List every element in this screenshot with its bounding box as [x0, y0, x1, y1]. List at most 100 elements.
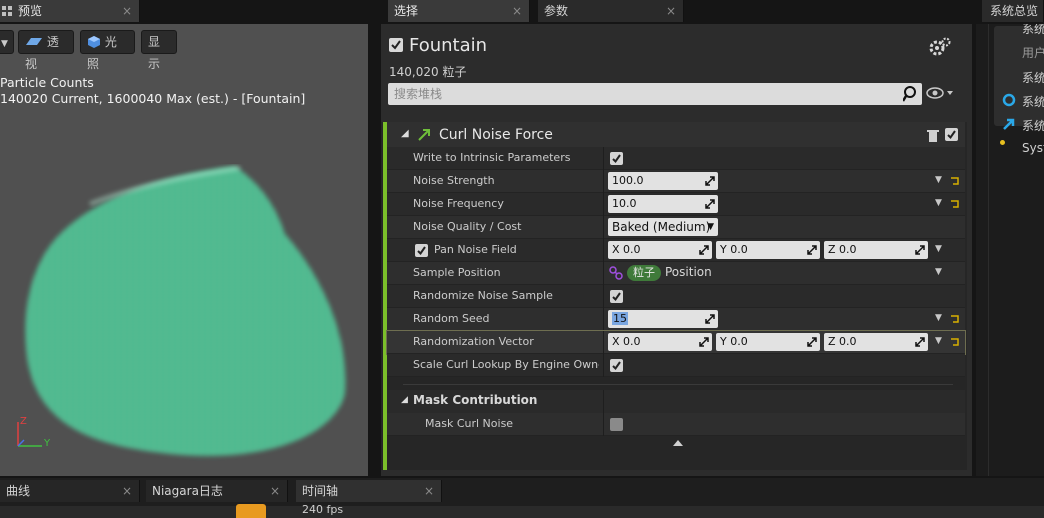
tab-timeline[interactable]: 时间轴 ×: [296, 480, 442, 502]
mask-section-label: Mask Contribution: [413, 393, 538, 407]
pan-noise-checkbox[interactable]: [415, 244, 428, 257]
expand-arrows-icon: [915, 245, 925, 255]
tab-curves[interactable]: 曲线 ×: [0, 480, 140, 502]
mask-curl-checkbox[interactable]: [610, 418, 623, 431]
row-pan-noise: Pan Noise Field X 0.0 Y 0.0 Z 0.0 ▼: [387, 239, 965, 262]
close-icon[interactable]: ×: [270, 480, 280, 502]
reset-arrow-icon[interactable]: [950, 199, 960, 209]
search-input[interactable]: 搜索堆栈: [388, 83, 922, 105]
close-icon[interactable]: ×: [122, 0, 132, 22]
module-header[interactable]: ◢ Curl Noise Force: [387, 122, 965, 148]
checkmark-icon: [612, 154, 621, 164]
overview-item-system-3[interactable]: 系统: [1022, 93, 1044, 110]
gear-icon[interactable]: [929, 37, 951, 57]
overview-item-system-5[interactable]: Syst: [1022, 141, 1044, 155]
close-icon[interactable]: ×: [666, 0, 676, 22]
collapse-up-icon[interactable]: [672, 439, 684, 447]
mask-curl-label: Mask Curl Noise: [425, 417, 514, 430]
chevron-down-icon[interactable]: ▼: [935, 313, 942, 323]
reset-arrow-icon[interactable]: [950, 176, 960, 186]
collapse-arrow-icon[interactable]: ◢: [401, 128, 409, 139]
lighting-button[interactable]: 光照: [80, 30, 135, 71]
pan-y-value: Y 0.0: [720, 243, 748, 256]
random-seed-label: Random Seed: [413, 312, 490, 325]
close-icon[interactable]: ×: [122, 480, 132, 502]
row-randomize-sample: Randomize Noise Sample: [387, 285, 965, 308]
row-randomization-vector: Randomization Vector X 0.0 Y 0.0 Z 0.0 ▼: [386, 330, 966, 355]
scale-curl-label: Scale Curl Lookup By Engine Owner Scale: [413, 358, 599, 371]
scale-curl-checkbox[interactable]: [610, 359, 623, 372]
checkmark-icon: [612, 361, 621, 371]
tab-niagara-log[interactable]: Niagara日志 ×: [146, 480, 288, 502]
perspective-icon: [26, 38, 42, 45]
pan-z-input[interactable]: Z 0.0: [824, 241, 928, 259]
particles-namespace-badge: 粒子: [627, 265, 661, 281]
pan-x-value: X 0.0: [612, 243, 641, 256]
column-divider: [603, 147, 604, 170]
row-sample-position: Sample Position 粒子 Position ▼: [387, 262, 965, 285]
chevron-down-icon[interactable]: ▼: [935, 336, 942, 346]
chevron-down-icon[interactable]: ▼: [935, 244, 942, 254]
noise-quality-select[interactable]: Baked (Medium) ▼: [608, 218, 718, 236]
chevron-down-icon[interactable]: ▼: [935, 175, 942, 185]
column-divider: [603, 216, 604, 239]
overview-item-system-1[interactable]: 系统: [1022, 24, 1044, 37]
chevron-down-icon[interactable]: ▼: [935, 267, 942, 277]
write-intrinsic-checkbox[interactable]: [610, 152, 623, 165]
checkmark-icon: [417, 246, 426, 256]
chevron-down-icon: ▼: [1, 39, 8, 49]
tab-preview[interactable]: 预览 ×: [0, 0, 140, 22]
grid-icon: [2, 6, 12, 16]
particle-counts-stats: 140020 Current, 1600040 Max (est.) - [Fo…: [0, 91, 306, 106]
collapse-arrow-icon[interactable]: ◢: [401, 395, 408, 405]
column-divider: [603, 170, 604, 193]
overview-item-user[interactable]: 用户: [1022, 44, 1044, 61]
noise-quality-value: Baked (Medium): [612, 220, 711, 234]
pan-y-input[interactable]: Y 0.0: [716, 241, 820, 259]
tab-timeline-label: 时间轴: [302, 484, 339, 498]
rv-z-input[interactable]: Z 0.0: [824, 333, 928, 351]
close-icon[interactable]: ×: [512, 0, 522, 22]
column-divider: [603, 285, 604, 308]
reset-arrow-icon[interactable]: [950, 337, 960, 347]
row-mask-curl: Mask Curl Noise: [387, 413, 965, 436]
noise-frequency-value: 10.0: [612, 197, 637, 210]
noise-frequency-label: Noise Frequency: [413, 197, 504, 210]
pan-x-input[interactable]: X 0.0: [608, 241, 712, 259]
rv-z-value: Z 0.0: [828, 335, 857, 348]
rv-y-input[interactable]: Y 0.0: [716, 333, 820, 351]
fps-label[interactable]: 240 fps: [302, 503, 343, 516]
module-enabled-checkbox[interactable]: [945, 128, 958, 141]
row-noise-frequency: Noise Frequency 10.0 ▼: [387, 193, 965, 216]
particle-counts-title: Particle Counts: [0, 75, 94, 90]
view-options-button[interactable]: ▼: [0, 30, 14, 54]
random-seed-input[interactable]: 15: [608, 310, 718, 328]
write-intrinsic-label: Write to Intrinsic Parameters: [413, 151, 571, 164]
overview-item-system-2[interactable]: 系统: [1022, 69, 1044, 86]
tab-parameters[interactable]: 参数 ×: [538, 0, 684, 22]
rv-x-input[interactable]: X 0.0: [608, 333, 712, 351]
column-divider: [603, 308, 604, 331]
record-button-icon[interactable]: [236, 504, 266, 518]
search-icon[interactable]: [903, 85, 919, 103]
preview-viewport[interactable]: ▼ 透视 光照 显示 Particle Counts 140020 Curren…: [0, 24, 368, 476]
row-mask-section[interactable]: ◢ Mask Contribution: [387, 390, 965, 413]
reset-arrow-icon[interactable]: [950, 314, 960, 324]
noise-frequency-input[interactable]: 10.0: [608, 195, 718, 213]
close-icon[interactable]: ×: [424, 480, 434, 502]
trash-icon[interactable]: [927, 129, 939, 143]
sample-position-value[interactable]: Position: [665, 265, 712, 279]
overview-item-system-4[interactable]: 系统: [1022, 117, 1044, 134]
noise-strength-input[interactable]: 100.0: [608, 172, 718, 190]
show-button[interactable]: 显示: [141, 30, 177, 71]
tab-preview-label: 预览: [18, 4, 43, 18]
chevron-down-icon[interactable]: ▼: [935, 198, 942, 208]
randomize-sample-checkbox[interactable]: [610, 290, 623, 303]
tab-niagara-log-label: Niagara日志: [152, 484, 223, 498]
perspective-button[interactable]: 透视: [18, 30, 74, 71]
eye-icon[interactable]: [926, 86, 956, 100]
link-icon: [609, 266, 623, 280]
randomize-sample-label: Randomize Noise Sample: [413, 289, 553, 302]
tab-selection[interactable]: 选择 ×: [388, 0, 530, 22]
tab-system-overview[interactable]: 系统总览: [982, 0, 1044, 22]
